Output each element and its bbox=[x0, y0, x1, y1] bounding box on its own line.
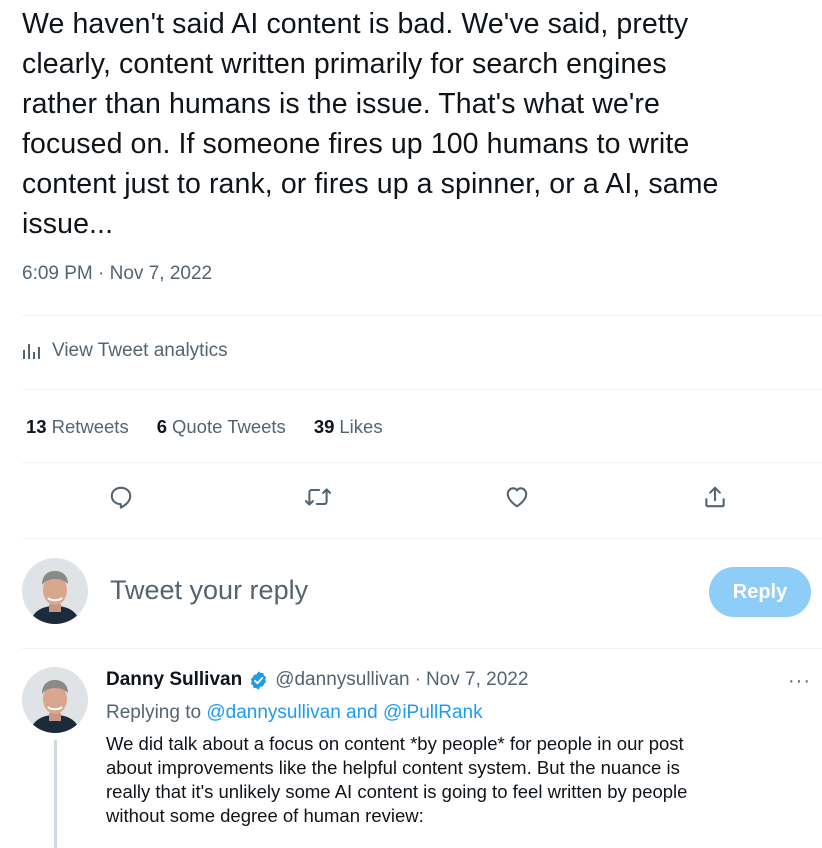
thread-line bbox=[54, 740, 57, 848]
tweet-text-line: content just to rank, or fires up a spin… bbox=[22, 168, 719, 200]
quote-tweets-label: Quote Tweets bbox=[172, 416, 286, 437]
mention-and: and bbox=[346, 702, 378, 723]
tweet-text-line: We haven't said AI content is bad. We've… bbox=[22, 8, 689, 40]
mention-link[interactable]: @iPullRank bbox=[383, 702, 483, 723]
likes-count: 39 bbox=[313, 416, 335, 437]
retweets-stat[interactable]: 13 Retweets bbox=[26, 416, 129, 438]
reply-text-line: really that it's unlikely some AI conten… bbox=[106, 781, 688, 802]
mention-link[interactable]: @dannysullivan bbox=[206, 702, 340, 723]
meta-separator: · bbox=[414, 669, 421, 690]
tweet-text-line: issue... bbox=[22, 208, 114, 240]
reply-author-row: Danny Sullivan @dannysullivan · Nov 7, 2… bbox=[106, 669, 528, 691]
view-analytics-link[interactable]: View Tweet analytics bbox=[22, 340, 228, 362]
more-options-icon[interactable]: ··· bbox=[788, 670, 811, 693]
tweet-text-line: focused on. If someone fires up 100 huma… bbox=[22, 128, 690, 160]
share-icon[interactable] bbox=[700, 482, 730, 512]
retweets-label: Retweets bbox=[51, 416, 129, 437]
reply-text-line: without some degree of human review: bbox=[106, 805, 424, 826]
retweet-icon[interactable] bbox=[303, 482, 333, 512]
verified-badge-icon bbox=[248, 670, 269, 691]
tweet-stats: 13 Retweets 6 Quote Tweets 39 Likes bbox=[26, 416, 383, 438]
divider bbox=[22, 389, 822, 390]
reply-input[interactable]: Tweet your reply bbox=[110, 575, 308, 606]
reply-text: We did talk about a focus on content *by… bbox=[106, 732, 806, 828]
likes-stat[interactable]: 39 Likes bbox=[314, 416, 383, 438]
quote-tweets-count: 6 bbox=[156, 416, 167, 437]
reply-text-line: We did talk about a focus on content *by… bbox=[106, 733, 684, 754]
tweet-text-line: clearly, content written primarily for s… bbox=[22, 48, 667, 80]
reply-date[interactable]: Nov 7, 2022 bbox=[426, 669, 528, 691]
avatar[interactable] bbox=[22, 558, 88, 624]
divider bbox=[22, 315, 822, 316]
quote-tweets-stat[interactable]: 6 Quote Tweets bbox=[157, 416, 286, 438]
analytics-icon bbox=[22, 342, 42, 360]
tweet-timestamp[interactable]: 6:09 PM · Nov 7, 2022 bbox=[22, 263, 212, 285]
tweet-text-line: rather than humans is the issue. That's … bbox=[22, 88, 660, 120]
like-icon[interactable] bbox=[502, 482, 532, 512]
retweets-count: 13 bbox=[26, 416, 47, 437]
likes-label: Likes bbox=[339, 416, 383, 437]
divider bbox=[22, 462, 822, 463]
tweet-actions bbox=[0, 482, 822, 512]
reply-button[interactable]: Reply bbox=[709, 567, 811, 617]
replying-to: Replying to @dannysullivan and @iPullRan… bbox=[106, 702, 483, 724]
author-handle[interactable]: @dannysullivan bbox=[275, 669, 409, 691]
avatar[interactable] bbox=[22, 667, 88, 733]
author-name[interactable]: Danny Sullivan bbox=[106, 669, 242, 691]
tweet-text: We haven't said AI content is bad. We've… bbox=[22, 4, 802, 244]
analytics-label: View Tweet analytics bbox=[52, 340, 228, 361]
reply-icon[interactable] bbox=[106, 482, 136, 512]
divider bbox=[22, 538, 822, 539]
divider bbox=[22, 648, 822, 649]
reply-text-line: about improvements like the helpful cont… bbox=[106, 757, 680, 778]
replying-prefix: Replying to bbox=[106, 702, 202, 723]
